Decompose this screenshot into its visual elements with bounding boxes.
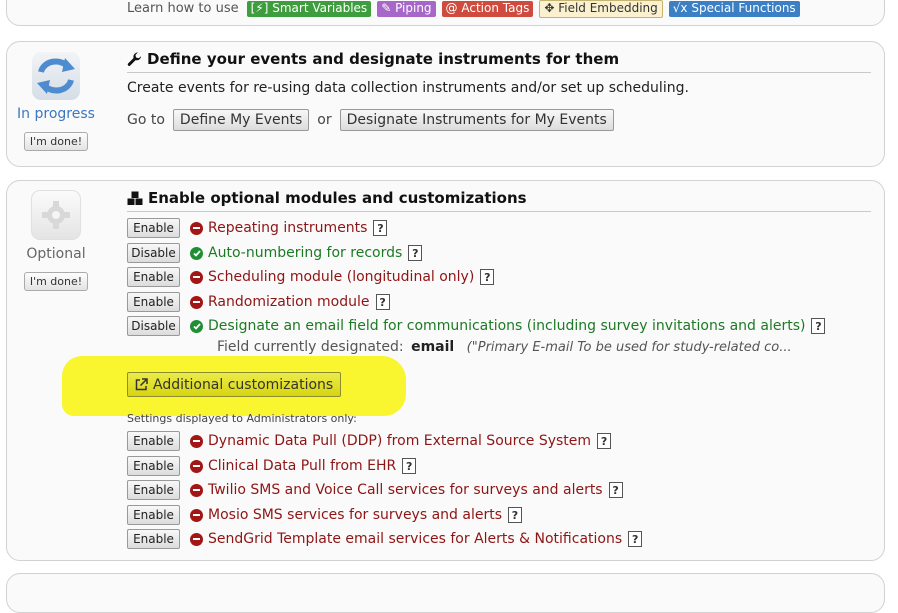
help-icon[interactable]: ? [408, 245, 423, 261]
modules-section-title: Enable optional modules and customizatio… [127, 189, 871, 212]
module-row-ehr: Enable Clinical Data Pull from EHR ? [127, 455, 417, 477]
ddp-toggle-button[interactable]: Enable [127, 431, 180, 451]
module-row-sendgrid: Enable SendGrid Template email services … [127, 528, 643, 550]
ddp-label: Dynamic Data Pull (DDP) from External So… [208, 433, 592, 449]
auto-numbering-label: Auto-numbering for records [208, 245, 403, 261]
ehr-toggle-button[interactable]: Enable [127, 456, 180, 476]
help-icon[interactable]: ? [608, 482, 623, 498]
next-panel [6, 573, 885, 613]
modules-status-column: Optional I'm done! [12, 190, 100, 291]
ehr-label: Clinical Data Pull from EHR [208, 458, 397, 474]
refresh-icon [32, 52, 80, 100]
randomization-label: Randomization module [208, 294, 370, 310]
module-row-mosio: Enable Mosio SMS services for surveys an… [127, 504, 522, 526]
piping-tag-label: Piping [395, 0, 432, 15]
disabled-status-icon [190, 508, 203, 522]
module-row-scheduling: Enable Scheduling module (longitudinal o… [127, 266, 495, 288]
repeating-instruments-label: Repeating instruments [208, 220, 368, 236]
events-section-title: Define your events and designate instrum… [127, 50, 871, 73]
module-row-repeating-instruments: Enable Repeating instruments ? [127, 217, 388, 239]
modules-section-title-text: Enable optional modules and customizatio… [148, 189, 527, 207]
help-icon[interactable]: ? [628, 531, 643, 547]
field-embedding-tag-label: Field Embedding [558, 0, 658, 15]
cubes-icon [127, 191, 143, 206]
define-events-button[interactable]: Define My Events [172, 109, 310, 131]
module-row-ddp: Enable Dynamic Data Pull (DDP) from Exte… [127, 430, 612, 452]
events-description: Create events for re-using data collecti… [127, 80, 689, 96]
or-label: or [317, 112, 332, 128]
learn-how-to-use-row: Learn how to use [⚡] Smart Variables ✎ P… [127, 0, 806, 18]
disabled-status-icon [190, 459, 203, 473]
special-functions-tag[interactable]: √x Special Functions [668, 0, 800, 17]
help-icon[interactable]: ? [402, 458, 417, 474]
help-icon[interactable]: ? [811, 318, 826, 334]
sendgrid-label: SendGrid Template email services for Ale… [208, 531, 623, 547]
goto-label: Go to [127, 112, 165, 128]
randomization-toggle-button[interactable]: Enable [127, 292, 180, 312]
disabled-status-icon [190, 295, 203, 309]
module-row-email-field: Disable Designate an email field for com… [127, 315, 826, 337]
help-icon[interactable]: ? [373, 220, 388, 236]
help-icon[interactable]: ? [508, 507, 522, 523]
twilio-toggle-button[interactable]: Enable [127, 480, 180, 500]
help-icon[interactable]: ? [480, 269, 495, 285]
additional-customizations-button[interactable]: Additional customizations [127, 372, 342, 397]
learn-label: Learn how to use [127, 1, 239, 16]
gear-icon [31, 190, 81, 240]
wrench-icon [127, 52, 142, 67]
help-icon[interactable]: ? [375, 294, 390, 310]
designated-email-field-row: Field currently designated: email ("Prim… [217, 339, 792, 355]
admin-only-note: Settings displayed to Administrators onl… [127, 412, 357, 425]
external-link-icon [135, 378, 148, 391]
piping-tag[interactable]: ✎ Piping [377, 0, 436, 17]
disabled-status-icon [190, 483, 203, 497]
enabled-status-icon [190, 246, 203, 260]
sendgrid-toggle-button[interactable]: Enable [127, 529, 180, 549]
disabled-status-icon [190, 221, 203, 235]
designated-field-value: email [411, 339, 455, 355]
disabled-status-icon [190, 532, 203, 546]
mosio-label: Mosio SMS services for surveys and alert… [208, 507, 502, 523]
modules-status-label: Optional [26, 246, 86, 262]
enabled-status-icon [190, 319, 203, 333]
additional-customizations-label: Additional customizations [153, 376, 334, 393]
field-embedding-tag[interactable]: ✥ Field Embedding [539, 0, 663, 18]
repeating-instruments-toggle-button[interactable]: Enable [127, 218, 180, 238]
help-icon[interactable]: ? [597, 433, 612, 449]
action-tags-tag[interactable]: @ Action Tags [441, 0, 534, 17]
scheduling-toggle-button[interactable]: Enable [127, 267, 180, 287]
twilio-label: Twilio SMS and Voice Call services for s… [208, 482, 603, 498]
module-row-randomization: Enable Randomization module ? [127, 291, 390, 313]
email-field-label: Designate an email field for communicati… [208, 318, 806, 334]
events-status-column: In progress I'm done! [12, 52, 100, 151]
scheduling-label: Scheduling module (longitudinal only) [208, 269, 475, 285]
smart-variables-tag[interactable]: [⚡] Smart Variables [246, 0, 372, 17]
events-done-button[interactable]: I'm done! [23, 132, 89, 151]
designate-instruments-button[interactable]: Designate Instruments for My Events [339, 109, 614, 131]
designated-field-note: ("Primary E-mail To be used for study-re… [466, 340, 792, 355]
email-field-toggle-button[interactable]: Disable [127, 316, 180, 336]
events-status-label: In progress [17, 106, 95, 122]
events-goto-row: Go to Define My Events or Designate Inst… [127, 109, 622, 131]
module-row-twilio: Enable Twilio SMS and Voice Call service… [127, 479, 623, 501]
modules-done-button[interactable]: I'm done! [23, 272, 89, 291]
disabled-status-icon [190, 270, 203, 284]
disabled-status-icon [190, 434, 203, 448]
module-row-auto-numbering: Disable Auto-numbering for records ? [127, 242, 423, 264]
designated-field-label: Field currently designated: [217, 339, 404, 355]
special-functions-tag-label: Special Functions [691, 0, 796, 15]
auto-numbering-toggle-button[interactable]: Disable [127, 243, 180, 263]
mosio-toggle-button[interactable]: Enable [127, 505, 180, 525]
events-section-title-text: Define your events and designate instrum… [147, 50, 620, 68]
